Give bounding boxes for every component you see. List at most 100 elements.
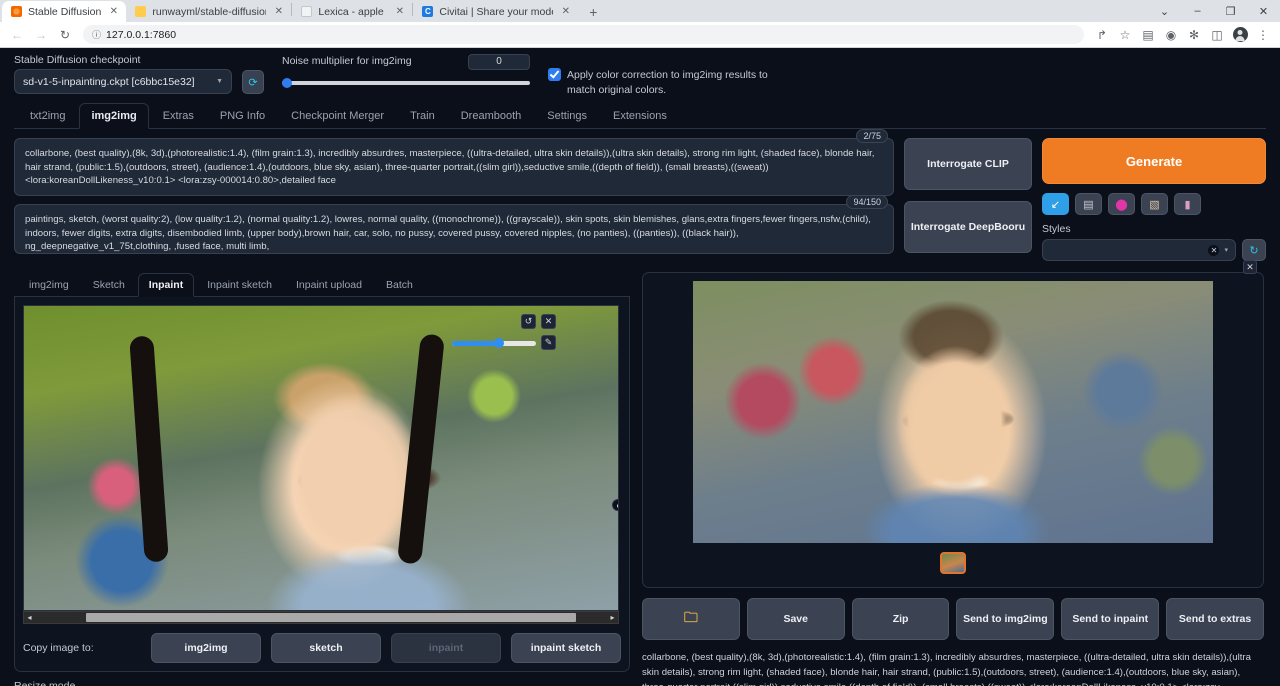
civitai-icon: C bbox=[422, 6, 433, 17]
trash-icon[interactable]: ▤ bbox=[1075, 193, 1102, 215]
tab-search-icon[interactable]: ⌄ bbox=[1148, 0, 1181, 22]
copy-to-img2img-button[interactable]: img2img bbox=[151, 633, 261, 663]
browser-tab-stable-diffusion[interactable]: Stable Diffusion ✕ bbox=[2, 1, 126, 22]
canvas-tool-row-top: ↺ ✕ bbox=[521, 314, 556, 329]
checkpoint-field: Stable Diffusion checkpoint sd-v1-5-inpa… bbox=[14, 54, 232, 94]
clipboard-icon[interactable]: ▧ bbox=[1141, 193, 1168, 215]
tab-img2img[interactable]: img2img bbox=[79, 103, 148, 129]
resize-mode-label: Resize mode bbox=[14, 680, 630, 686]
paste-icon[interactable]: ⬤ bbox=[1108, 193, 1135, 215]
tab-close-icon[interactable]: ✕ bbox=[272, 5, 285, 18]
tab-extras[interactable]: Extras bbox=[151, 103, 206, 129]
send-to-extras-button[interactable]: Send to extras bbox=[1166, 598, 1264, 640]
prompt-section: 2/75 collarbone, (best quality),(8k, 3d)… bbox=[14, 138, 1266, 262]
checkpoint-select[interactable]: sd-v1-5-inpainting.ckpt [c6bbc15e32] ▼ bbox=[14, 69, 232, 94]
toolbar-right-icons: ↱ ☆ ▤ ◉ ✻ ◫ ⋮ bbox=[1091, 24, 1274, 46]
tab-settings[interactable]: Settings bbox=[535, 103, 599, 129]
save-button[interactable]: Save bbox=[747, 598, 845, 640]
tab-close-icon[interactable]: ✕ bbox=[559, 5, 572, 18]
browser-tab-lexica[interactable]: Lexica - apple ✕ bbox=[292, 1, 412, 22]
inpaint-canvas[interactable]: ↺ ✕ ✎ bbox=[23, 305, 619, 611]
clear-canvas-icon[interactable]: ✕ bbox=[541, 314, 556, 329]
result-thumbnail[interactable] bbox=[940, 552, 966, 574]
tab-png-info[interactable]: PNG Info bbox=[208, 103, 277, 129]
reload-icon[interactable]: ↻ bbox=[54, 24, 76, 46]
canvas-resize-handle[interactable] bbox=[612, 499, 619, 511]
browser-chrome: Stable Diffusion ✕ runwayml/stable-diffu… bbox=[0, 0, 1280, 48]
site-info-icon[interactable]: ⓘ bbox=[92, 28, 101, 41]
forward-icon[interactable]: → bbox=[30, 24, 52, 46]
color-correction-option[interactable]: Apply color correction to img2img result… bbox=[548, 54, 782, 97]
prompt-input[interactable]: collarbone, (best quality),(8k, 3d),(pho… bbox=[14, 138, 894, 196]
bookmark-star-icon[interactable]: ☆ bbox=[1114, 24, 1136, 46]
negative-prompt-wrapper: 94/150 paintings, sketch, (worst quality… bbox=[14, 204, 894, 254]
subtab-batch[interactable]: Batch bbox=[375, 273, 424, 297]
scroll-right-icon[interactable]: ▸ bbox=[607, 613, 618, 622]
canvas-tool-cluster: ↺ ✕ ✎ bbox=[452, 314, 556, 350]
extensions-icon[interactable]: ✻ bbox=[1183, 24, 1205, 46]
interrogate-clip-button[interactable]: Interrogate CLIP bbox=[904, 138, 1032, 190]
browser-tab-civitai[interactable]: C Civitai | Share your models ✕ bbox=[413, 1, 578, 22]
close-icon[interactable]: ✕ bbox=[1208, 245, 1219, 256]
send-to-img2img-button[interactable]: Send to img2img bbox=[956, 598, 1054, 640]
maximize-button[interactable]: ❐ bbox=[1214, 0, 1247, 22]
negative-prompt-input[interactable]: paintings, sketch, (worst quality:2), (l… bbox=[14, 204, 894, 254]
sync-icon[interactable]: ◉ bbox=[1160, 24, 1182, 46]
vpn-icon[interactable]: ▤ bbox=[1137, 24, 1159, 46]
zip-button[interactable]: Zip bbox=[852, 598, 950, 640]
right-panel: ✕ 🗀 Save Zip Send to img2img Send to inp… bbox=[642, 272, 1264, 686]
brush-icon[interactable]: ✎ bbox=[541, 335, 556, 350]
address-bar[interactable]: ⓘ 127.0.0.1:7860 bbox=[83, 25, 1084, 44]
sd-icon bbox=[11, 6, 22, 17]
open-folder-button[interactable]: 🗀 bbox=[642, 598, 740, 640]
save-style-icon[interactable]: ▮ bbox=[1174, 193, 1201, 215]
tab-close-icon[interactable]: ✕ bbox=[107, 5, 120, 18]
slider-knob[interactable] bbox=[282, 78, 292, 88]
color-correction-checkbox[interactable] bbox=[548, 68, 561, 81]
side-panel-icon[interactable]: ◫ bbox=[1206, 24, 1228, 46]
brush-size-slider[interactable] bbox=[452, 338, 536, 348]
copy-to-inpaint-sketch-button[interactable]: inpaint sketch bbox=[511, 633, 621, 663]
tab-train[interactable]: Train bbox=[398, 103, 447, 129]
tab-close-icon[interactable]: ✕ bbox=[393, 5, 406, 18]
tab-checkpoint-merger[interactable]: Checkpoint Merger bbox=[279, 103, 396, 129]
back-icon[interactable]: ← bbox=[6, 24, 28, 46]
minimize-button[interactable]: – bbox=[1181, 0, 1214, 22]
subtab-inpaint-sketch[interactable]: Inpaint sketch bbox=[196, 273, 283, 297]
close-window-button[interactable]: ✕ bbox=[1247, 0, 1280, 22]
scroll-left-icon[interactable]: ◂ bbox=[24, 613, 35, 622]
generated-image[interactable] bbox=[693, 281, 1213, 543]
interrogate-deepbooru-button[interactable]: Interrogate DeepBooru bbox=[904, 201, 1032, 253]
subtab-sketch[interactable]: Sketch bbox=[82, 273, 136, 297]
chrome-menu-icon[interactable]: ⋮ bbox=[1252, 24, 1274, 46]
browser-tab-runwayml[interactable]: runwayml/stable-diffusion-inpai ✕ bbox=[126, 1, 291, 22]
copy-to-sketch-button[interactable]: sketch bbox=[271, 633, 381, 663]
tab-title: Civitai | Share your models bbox=[439, 6, 553, 18]
slider-knob[interactable] bbox=[494, 338, 504, 348]
styles-row: ✕ ▾ ↻ bbox=[1042, 239, 1266, 261]
generate-button[interactable]: Generate bbox=[1042, 138, 1266, 184]
noise-multiplier-slider[interactable] bbox=[282, 76, 530, 90]
tab-extensions[interactable]: Extensions bbox=[601, 103, 679, 129]
share-icon[interactable]: ↱ bbox=[1091, 24, 1113, 46]
undo-icon[interactable]: ↺ bbox=[521, 314, 536, 329]
noise-multiplier-value[interactable]: 0 bbox=[468, 54, 530, 70]
subtab-img2img[interactable]: img2img bbox=[18, 273, 80, 297]
tab-dreambooth[interactable]: Dreambooth bbox=[449, 103, 534, 129]
refresh-checkpoints-button[interactable]: ⟳ bbox=[242, 70, 264, 94]
avatar[interactable] bbox=[1229, 24, 1251, 46]
subtab-inpaint-upload[interactable]: Inpaint upload bbox=[285, 273, 373, 297]
copy-to-inpaint-button: inpaint bbox=[391, 633, 501, 663]
chevron-down-icon[interactable]: ▾ bbox=[1224, 246, 1228, 254]
close-icon[interactable]: ✕ bbox=[1243, 260, 1257, 274]
refresh-styles-button[interactable]: ↻ bbox=[1242, 239, 1266, 261]
send-to-inpaint-button[interactable]: Send to inpaint bbox=[1061, 598, 1159, 640]
arrow-up-icon[interactable]: ↙ bbox=[1042, 193, 1069, 215]
styles-select[interactable]: ✕ ▾ bbox=[1042, 239, 1236, 261]
tab-txt2img[interactable]: txt2img bbox=[18, 103, 77, 129]
canvas-horizontal-scrollbar[interactable]: ◂ ▸ bbox=[23, 611, 619, 624]
new-tab-button[interactable]: + bbox=[582, 3, 604, 21]
prompt-token-counter: 2/75 bbox=[856, 129, 888, 143]
scrollbar-thumb[interactable] bbox=[86, 613, 576, 622]
subtab-inpaint[interactable]: Inpaint bbox=[138, 273, 194, 297]
